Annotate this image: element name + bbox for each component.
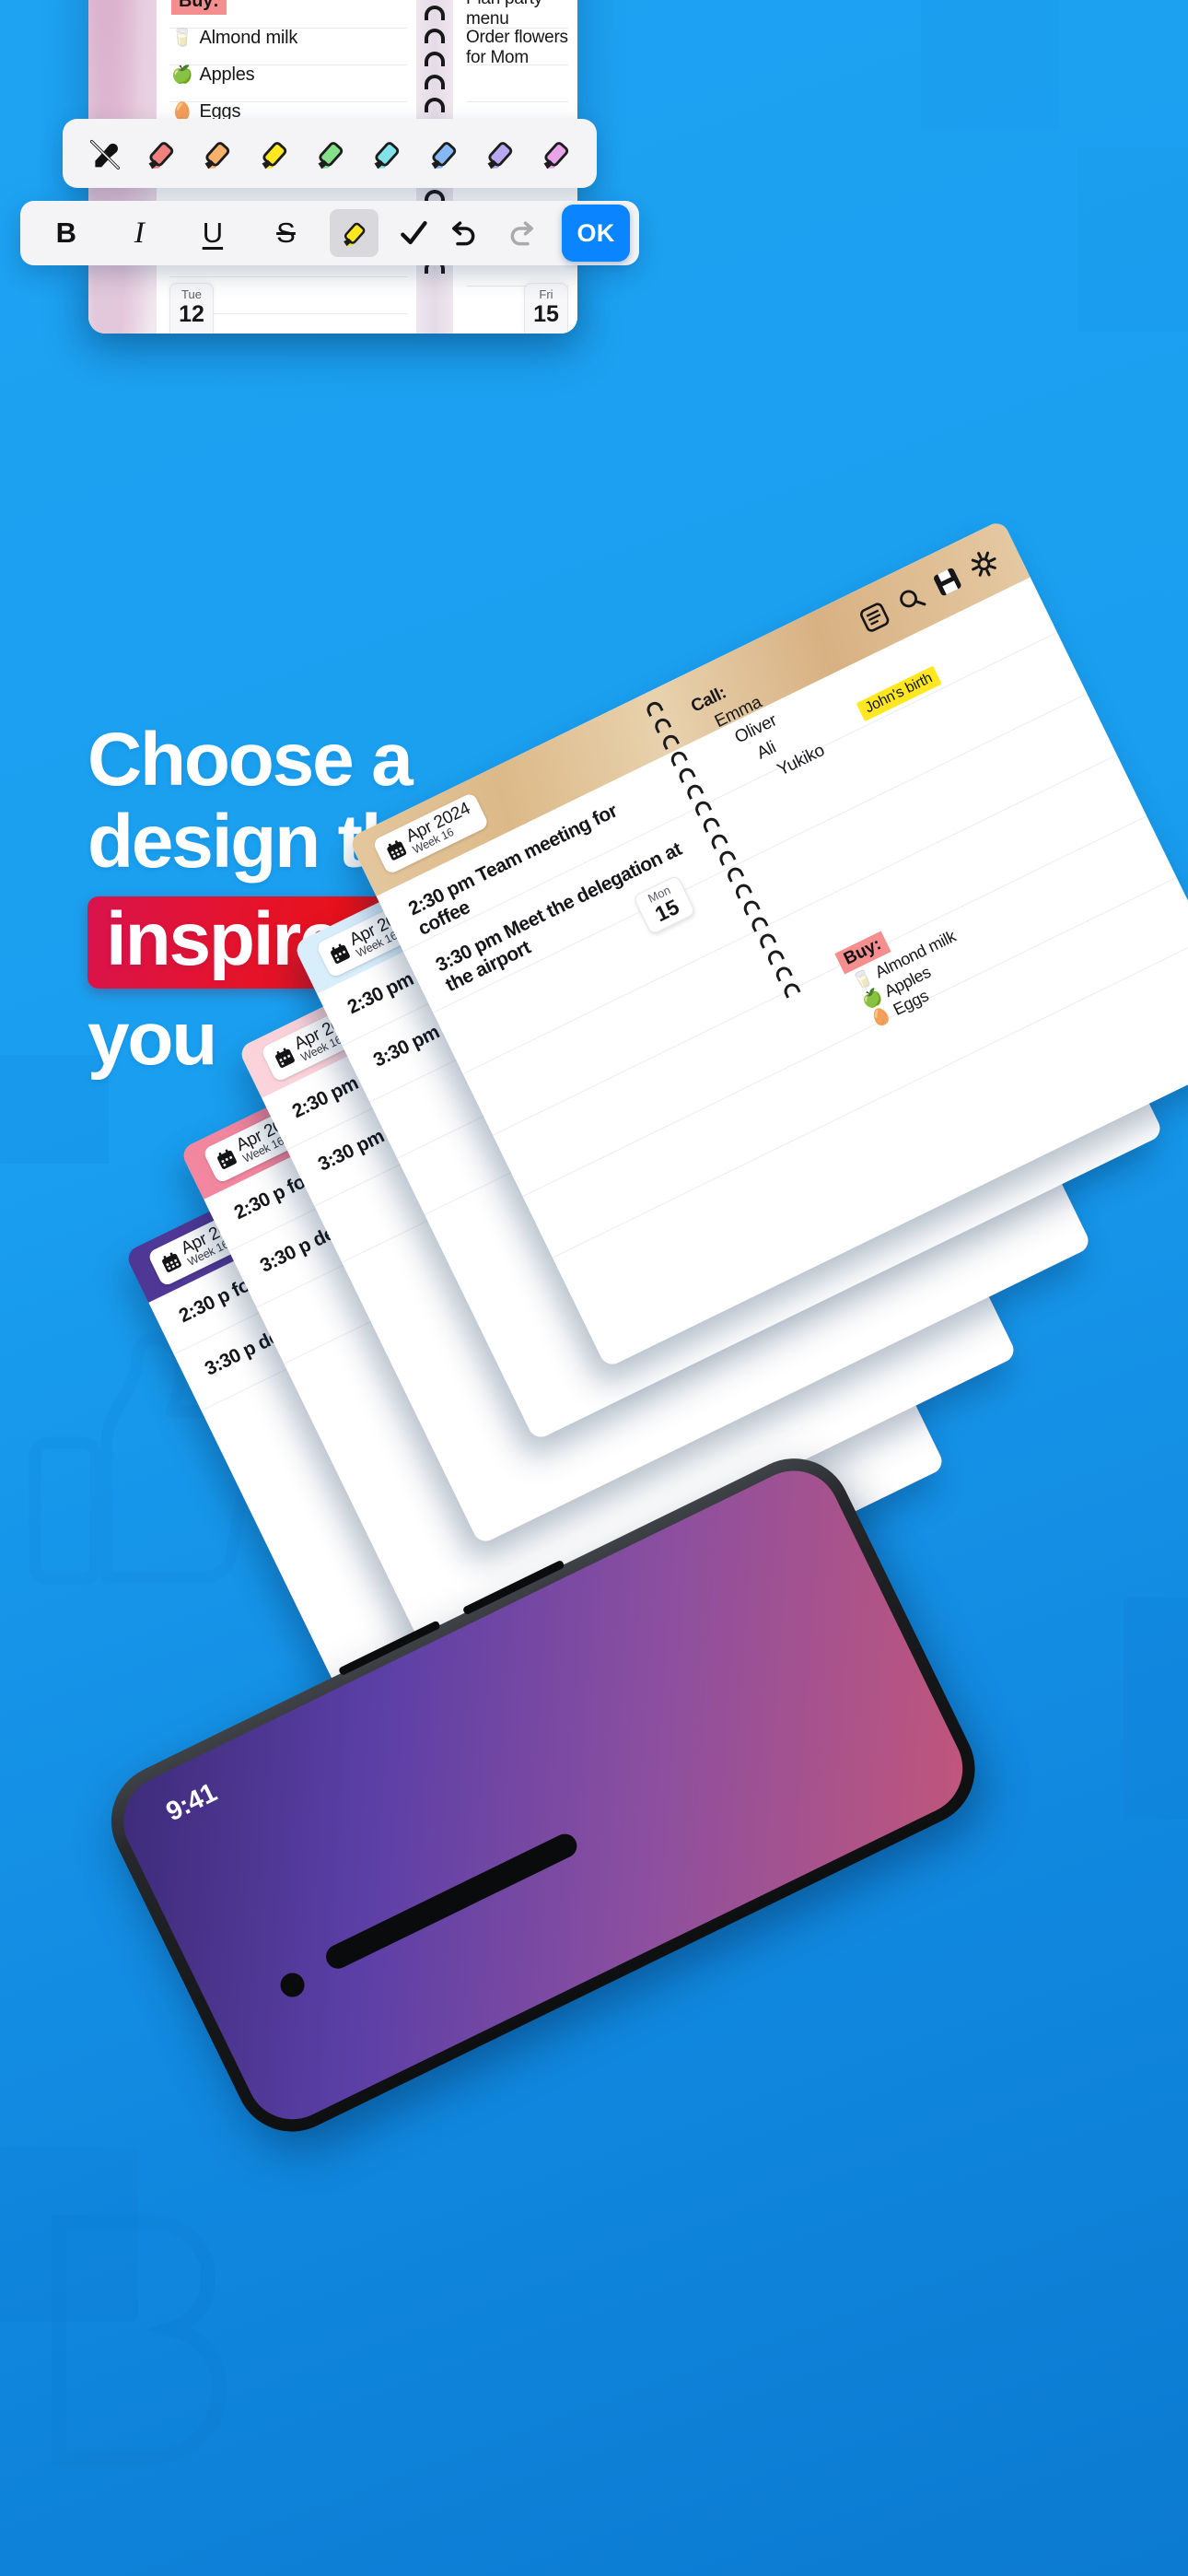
- decor-letter-b: [52, 2215, 227, 2465]
- event-time: 3:30 p: [256, 1234, 315, 1277]
- calendar-icon: [274, 1048, 295, 1068]
- italic-button[interactable]: I: [115, 209, 164, 257]
- task-item[interactable]: Order flowers for Mom: [466, 28, 577, 68]
- redo-button[interactable]: [499, 209, 548, 257]
- undo-icon: [451, 221, 475, 246]
- highlighter-color-magenta[interactable]: [528, 119, 584, 188]
- highlighter-color-purple[interactable]: [471, 119, 527, 188]
- day-tab-number: 12: [179, 300, 204, 327]
- event-time: 3:30 pm: [369, 1021, 443, 1071]
- event-time: 3:30 pm: [314, 1125, 388, 1176]
- highlighter-color-cyan[interactable]: [358, 119, 414, 188]
- bold-button[interactable]: B: [41, 209, 90, 257]
- event-time: 2:30 pm: [288, 1072, 362, 1123]
- status-bar-time: 9:41: [161, 1777, 222, 1828]
- marker-pink-icon: [148, 141, 174, 169]
- no-highlight-icon: [89, 139, 120, 170]
- redo-icon: [510, 221, 534, 246]
- calendar-icon: [387, 839, 407, 861]
- ok-button[interactable]: OK: [562, 205, 630, 262]
- event-time: 3:30 p: [201, 1337, 260, 1380]
- highlighter-color-orange[interactable]: [189, 119, 245, 188]
- marker-yellow-icon: [262, 141, 286, 169]
- highlighter-button[interactable]: [329, 209, 379, 257]
- marker-blue-icon: [431, 141, 456, 169]
- day-tab-dow: Fri: [539, 287, 553, 302]
- event-time: 2:30 pm: [344, 968, 417, 1019]
- checklist-button[interactable]: [389, 209, 437, 257]
- list-item[interactable]: 🥛 Almond milk: [171, 28, 297, 49]
- checkmark-icon: [400, 221, 427, 245]
- day-tab-number: 15: [533, 300, 559, 327]
- marker-green-icon: [318, 141, 344, 169]
- buy-heading: Buy:: [171, 0, 227, 15]
- list-item-label: Apples: [199, 64, 255, 85]
- highlighter-color-pink[interactable]: [132, 119, 188, 188]
- decor-shapes-top-right: [921, 0, 1188, 332]
- highlighter-color-green[interactable]: [301, 119, 357, 188]
- highlighter-color-yellow[interactable]: [245, 119, 301, 188]
- day-tab-fri[interactable]: Fri 15: [524, 283, 568, 334]
- calendar-icon: [161, 1252, 181, 1272]
- apple-icon: 🍏: [171, 65, 193, 85]
- marker-purple-icon: [487, 141, 513, 169]
- strikethrough-button[interactable]: S: [262, 209, 310, 257]
- text-format-toolbar[interactable]: B I U S OK: [20, 201, 639, 265]
- calendar-icon: [216, 1149, 237, 1169]
- marker-cyan-icon: [374, 141, 400, 169]
- list-item-label: Almond milk: [199, 28, 298, 48]
- day-tab-dow: Tue: [181, 287, 202, 302]
- task-item[interactable]: Plan party menu: [466, 0, 577, 29]
- highlighter-color-blue[interactable]: [414, 119, 471, 188]
- marker-orange-icon: [204, 141, 230, 169]
- milk-icon: 🥛: [171, 29, 193, 48]
- event-time: 2:30 p: [175, 1284, 234, 1328]
- underline-button[interactable]: U: [188, 209, 237, 257]
- calendar-icon: [330, 943, 350, 964]
- event-time: 2:30 p: [230, 1181, 289, 1224]
- day-tab-tue[interactable]: Tue 12: [169, 283, 214, 334]
- undo-button[interactable]: [437, 209, 486, 257]
- highlighter-color-palette[interactable]: [63, 119, 597, 188]
- list-item[interactable]: 🍏 Apples: [171, 64, 255, 86]
- marker-magenta-icon: [543, 141, 569, 169]
- no-highlight-button[interactable]: [76, 119, 132, 188]
- highlighter-icon: [344, 222, 366, 247]
